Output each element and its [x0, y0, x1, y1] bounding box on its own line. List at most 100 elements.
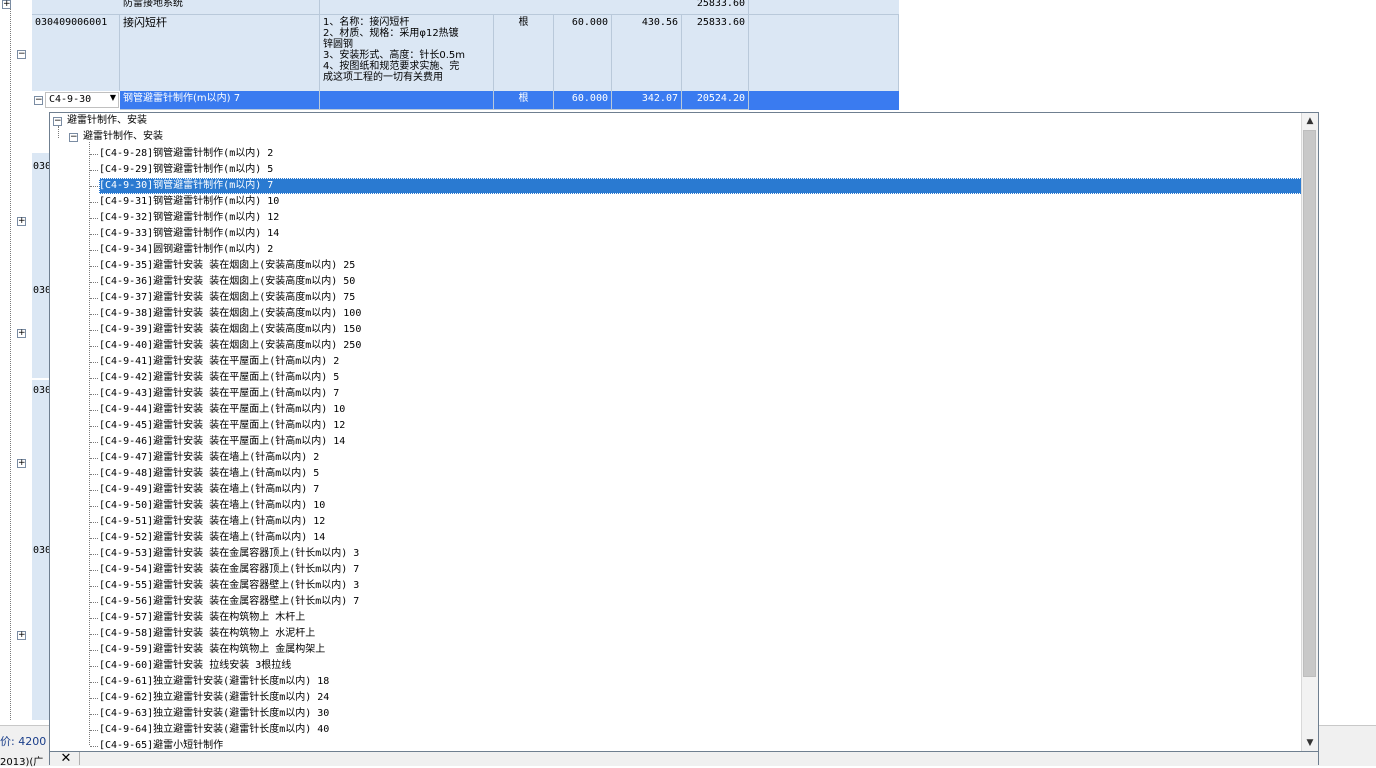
tree-quota-item[interactable]: [C4-9-64]独立避雷针安装(避雷针长度m以内) 40 — [99, 722, 329, 738]
tree-quota-item[interactable]: [C4-9-61]独立避雷针安装(避雷针长度m以内) 18 — [99, 674, 329, 690]
quota-unit: 根 — [494, 91, 554, 110]
tree-quota-item[interactable]: [C4-9-59]避雷针安装 装在构筑物上 金属构架上 — [99, 642, 325, 658]
quota-desc-cell — [320, 91, 494, 110]
item-total: 25833.60 — [682, 15, 749, 92]
tree-branch-line — [90, 506, 98, 507]
tree-quota-item[interactable]: [C4-9-29]钢管避雷针制作(m以内) 5 — [99, 162, 273, 178]
collapse-root-icon[interactable]: − — [53, 117, 62, 126]
tree-branch-line — [90, 250, 98, 251]
tree-branch-line — [90, 666, 98, 667]
tree-quota-item[interactable]: [C4-9-63]独立避雷针安装(避雷针长度m以内) 30 — [99, 706, 329, 722]
tree-quota-item[interactable]: [C4-9-32]钢管避雷针制作(m以内) 12 — [99, 210, 279, 226]
dropdown-footer — [49, 752, 1319, 765]
chevron-down-icon[interactable]: ▼ — [110, 93, 116, 102]
tree-branch-line — [90, 554, 98, 555]
tree-quota-item[interactable]: [C4-9-31]钢管避雷针制作(m以内) 10 — [99, 194, 279, 210]
collapse-quota-icon[interactable]: − — [34, 96, 43, 105]
tree-quota-item[interactable]: [C4-9-33]钢管避雷针制作(m以内) 14 — [99, 226, 279, 242]
quota-total: 20524.20 — [682, 91, 749, 110]
left-tree-gutter — [0, 0, 32, 725]
tree-quota-item[interactable]: [C4-9-41]避雷针安装 装在平屋面上(针高m以内) 2 — [99, 354, 339, 370]
item-name: 接闪短杆 — [120, 15, 320, 92]
tree-quota-item[interactable]: [C4-9-39]避雷针安装 装在烟囱上(安装高度m以内) 150 — [99, 322, 361, 338]
quota-dropdown-tree[interactable]: − 避雷针制作、安装 − 避雷针制作、安装 [C4-9-28]钢管避雷针制作(m… — [49, 112, 1319, 752]
tree-quota-item[interactable]: [C4-9-54]避雷针安装 装在金属容器顶上(针长m以内) 7 — [99, 562, 359, 578]
tree-quota-item[interactable]: [C4-9-50]避雷针安装 装在墙上(针高m以内) 10 — [99, 498, 325, 514]
tree-quota-item[interactable]: [C4-9-40]避雷针安装 装在烟囱上(安装高度m以内) 250 — [99, 338, 361, 354]
expand-row-2-icon[interactable]: + — [17, 329, 26, 338]
tree-line-main — [10, 5, 11, 720]
scroll-thumb[interactable] — [1303, 130, 1316, 677]
tree-quota-item[interactable]: [C4-9-53]避雷针安装 装在金属容器顶上(针长m以内) 3 — [99, 546, 359, 562]
expand-row-3-icon[interactable]: + — [17, 459, 26, 468]
quota-row[interactable]: − C4-9-30 ▼ 钢管避雷针制作(m以内) 7 根 60.000 342.… — [32, 91, 899, 110]
tree-quota-item[interactable]: [C4-9-57]避雷针安装 装在构筑物上 木杆上 — [99, 610, 305, 626]
quota-code-combo[interactable]: C4-9-30 ▼ — [45, 92, 119, 108]
expand-row-1-icon[interactable]: + — [17, 217, 26, 226]
expand-top-icon[interactable]: + — [2, 0, 11, 9]
tree-quota-item[interactable]: [C4-9-55]避雷针安装 装在金属容器壁上(针长m以内) 3 — [99, 578, 359, 594]
tree-quota-item[interactable]: [C4-9-48]避雷针安装 装在墙上(针高m以内) 5 — [99, 466, 319, 482]
tree-quota-item[interactable]: [C4-9-35]避雷针安装 装在烟囱上(安装高度m以内) 25 — [99, 258, 355, 274]
item-price: 430.56 — [612, 15, 682, 92]
tree-group-label[interactable]: 避雷针制作、安装 — [83, 129, 163, 145]
tree-quota-item[interactable]: [C4-9-47]避雷针安装 装在墙上(针高m以内) 2 — [99, 450, 319, 466]
tree-branch-line — [90, 314, 98, 315]
tree-quota-item[interactable]: [C4-9-30]钢管避雷针制作(m以内) 7 — [99, 178, 1302, 194]
quota-code-value: C4-9-30 — [49, 94, 92, 105]
tree-quota-item[interactable]: [C4-9-51]避雷针安装 装在墙上(针高m以内) 12 — [99, 514, 325, 530]
tree-quota-item[interactable]: [C4-9-44]避雷针安装 装在平屋面上(针高m以内) 10 — [99, 402, 345, 418]
tree-quota-item[interactable]: [C4-9-38]避雷针安装 装在烟囱上(安装高度m以内) 100 — [99, 306, 361, 322]
tree-branch-line — [90, 586, 98, 587]
tree-branch-line — [90, 634, 98, 635]
scroll-down-icon[interactable]: ▼ — [1302, 735, 1318, 751]
collapse-item-icon[interactable]: − — [17, 50, 26, 59]
tree-quota-item[interactable]: [C4-9-52]避雷针安装 装在墙上(针高m以内) 14 — [99, 530, 325, 546]
tree-branch-line — [90, 234, 98, 235]
tree-branch-line — [90, 378, 98, 379]
tree-quota-item[interactable]: [C4-9-45]避雷针安装 装在平屋面上(针高m以内) 12 — [99, 418, 345, 434]
tree-branch-line — [90, 474, 98, 475]
status-price-label: 价: 4200 — [0, 735, 47, 748]
tree-branch-line — [90, 410, 98, 411]
top-row-name: 防雷接地系统 — [120, 0, 320, 14]
scroll-up-icon[interactable]: ▲ — [1302, 113, 1318, 129]
close-icon[interactable]: ✕ — [53, 752, 80, 765]
tree-quota-item[interactable]: [C4-9-42]避雷针安装 装在平屋面上(针高m以内) 5 — [99, 370, 339, 386]
collapse-group-icon[interactable]: − — [69, 133, 78, 142]
tree-quota-item[interactable]: [C4-9-58]避雷针安装 装在构筑物上 水泥杆上 — [99, 626, 315, 642]
tree-branch-line — [90, 714, 98, 715]
tree-branch-line — [90, 538, 98, 539]
tree-branch-line — [90, 346, 98, 347]
dropdown-scrollbar[interactable]: ▲ ▼ — [1301, 113, 1318, 751]
tree-branch-line — [90, 154, 98, 155]
tree-quota-item[interactable]: [C4-9-28]钢管避雷针制作(m以内) 2 — [99, 146, 273, 162]
tree-branch-line — [90, 522, 98, 523]
tree-quota-item[interactable]: [C4-9-56]避雷针安装 装在金属容器壁上(针长m以内) 7 — [99, 594, 359, 610]
tree-branch-line — [90, 730, 98, 731]
item-unit: 根 — [494, 15, 554, 92]
tree-branch-line — [90, 682, 98, 683]
tree-quota-item[interactable]: [C4-9-36]避雷针安装 装在烟囱上(安装高度m以内) 50 — [99, 274, 355, 290]
item-row[interactable]: 030409006001 接闪短杆 1、名称：接闪短杆 2、材质、规格：采用φ1… — [32, 14, 899, 92]
tree-branch-line — [90, 602, 98, 603]
tree-quota-item[interactable]: [C4-9-60]避雷针安装 拉线安装 3根拉线 — [99, 658, 291, 674]
tree-quota-item[interactable]: [C4-9-62]独立避雷针安装(避雷针长度m以内) 24 — [99, 690, 329, 706]
tree-branch-line — [90, 650, 98, 651]
tree-branch-line — [90, 202, 98, 203]
tree-branch-line — [90, 218, 98, 219]
tree-quota-item[interactable]: [C4-9-37]避雷针安装 装在烟囱上(安装高度m以内) 75 — [99, 290, 355, 306]
tree-quota-item[interactable]: [C4-9-46]避雷针安装 装在平屋面上(针高m以内) 14 — [99, 434, 345, 450]
tree-branch-line — [90, 186, 98, 187]
quota-quantity: 60.000 — [554, 91, 612, 110]
tree-branch-line — [90, 170, 98, 171]
top-row[interactable]: 防雷接地系统 25833.60 — [32, 0, 899, 14]
expand-row-4-icon[interactable]: + — [17, 631, 26, 640]
tree-quota-item[interactable]: [C4-9-34]圆钢避雷针制作(m以内) 2 — [99, 242, 273, 258]
tree-quota-item[interactable]: [C4-9-43]避雷针安装 装在平屋面上(针高m以内) 7 — [99, 386, 339, 402]
tree-line-group — [89, 142, 90, 745]
quota-name: 钢管避雷针制作(m以内) 7 — [120, 91, 320, 110]
tree-quota-item[interactable]: [C4-9-49]避雷针安装 装在墙上(针高m以内) 7 — [99, 482, 319, 498]
tree-branch-line — [90, 362, 98, 363]
tree-root-label[interactable]: 避雷针制作、安装 — [67, 113, 147, 129]
